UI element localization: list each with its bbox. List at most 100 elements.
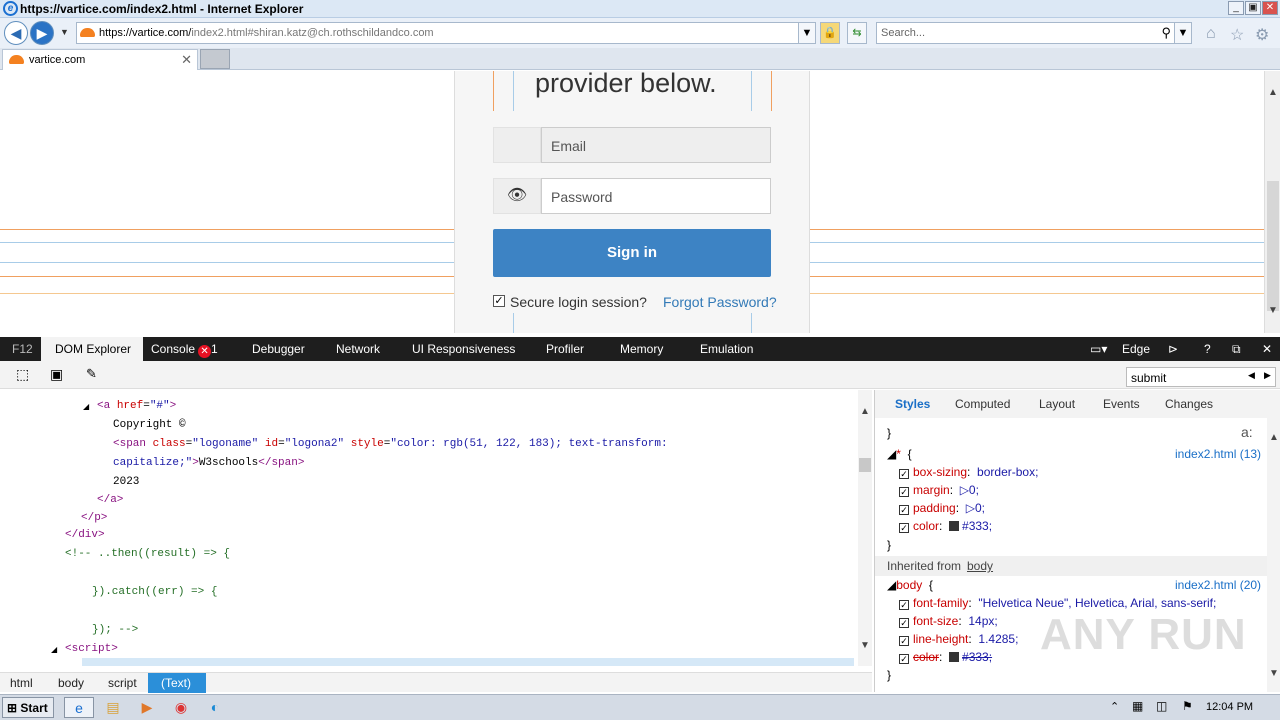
tab-profiler[interactable]: Profiler: [546, 342, 584, 356]
dom-node-line[interactable]: capitalize;">W3schools</span>: [113, 457, 304, 469]
address-bar[interactable]: https://vartice.com/index2.html#shiran.k…: [76, 22, 816, 44]
scroll-thumb[interactable]: [1267, 181, 1279, 311]
scroll-up-icon[interactable]: ▲: [860, 406, 870, 417]
scroll-down-icon[interactable]: ▼: [860, 640, 870, 651]
css-property[interactable]: ✓ margin: ▷0;: [899, 483, 979, 497]
css-property[interactable]: ✓ line-height: 1.4285;: [899, 632, 1018, 646]
tab-memory[interactable]: Memory: [620, 342, 663, 356]
rule-source-link[interactable]: index2.html (13): [1175, 447, 1261, 461]
minimize-button[interactable]: _: [1228, 1, 1244, 15]
home-icon[interactable]: ⌂: [1206, 25, 1216, 43]
chrome-icon[interactable]: ◉: [166, 697, 196, 718]
tab-emulation[interactable]: Emulation: [700, 342, 753, 356]
dom-node-line[interactable]: </div>: [65, 529, 105, 541]
tray-network-icon[interactable]: ▦: [1132, 699, 1143, 713]
eye-icon[interactable]: 👁: [493, 178, 541, 214]
search-input[interactable]: Search... ⚲: [876, 22, 1192, 44]
css-property[interactable]: ✓ font-size: 14px;: [899, 614, 998, 628]
close-window-button[interactable]: ✕: [1262, 1, 1278, 15]
back-button[interactable]: ◀: [4, 21, 28, 45]
tab-layout[interactable]: Layout: [1039, 397, 1075, 411]
settings-gear-icon[interactable]: ⚙: [1255, 25, 1269, 45]
tab-styles[interactable]: Styles: [895, 397, 930, 411]
tab-computed[interactable]: Computed: [955, 397, 1010, 411]
tab-events[interactable]: Events: [1103, 397, 1140, 411]
breadcrumb-text[interactable]: (Text): [148, 673, 206, 693]
css-property[interactable]: ✓ color: #333;: [899, 650, 992, 664]
forgot-password-link[interactable]: Forgot Password?: [663, 294, 777, 310]
tab-dom-explorer[interactable]: DOM Explorer: [41, 337, 143, 361]
dom-tree[interactable]: <a href="#"> ◢ Copyright © <span class="log…: [0, 390, 858, 666]
dom-node-line[interactable]: }).catch((err) => {: [92, 586, 217, 598]
breadcrumb-html[interactable]: html: [10, 676, 33, 690]
scroll-down-icon[interactable]: ▼: [1269, 668, 1279, 679]
close-devtools-icon[interactable]: ✕: [1262, 342, 1272, 356]
tray-flag-icon[interactable]: ⚑: [1182, 699, 1193, 713]
document-mode-select[interactable]: Edge: [1122, 342, 1150, 356]
dom-node-line[interactable]: </a>: [97, 494, 123, 506]
tab-network[interactable]: Network: [336, 342, 380, 356]
forward-button[interactable]: ▶: [30, 21, 54, 45]
edge-icon[interactable]: ◐: [200, 697, 230, 718]
expand-arrow-icon[interactable]: ◢: [83, 402, 89, 412]
find-next-icon[interactable]: ▶: [1264, 370, 1271, 381]
scroll-down-icon[interactable]: ▼: [1268, 305, 1278, 316]
dom-node-line[interactable]: <!-- ..then((result) => {: [65, 548, 230, 560]
explorer-folder-icon[interactable]: ▤: [98, 697, 128, 718]
css-property[interactable]: ✓ padding: ▷0;: [899, 501, 985, 515]
color-picker-icon[interactable]: ✎: [86, 366, 97, 382]
tray-volume-icon[interactable]: ◫: [1156, 699, 1167, 713]
expand-arrow-icon[interactable]: ◢: [51, 645, 57, 655]
dom-node-line[interactable]: Copyright ©: [113, 419, 186, 431]
highlight-icon[interactable]: ▣: [50, 366, 63, 383]
styles-scrollbar[interactable]: ▲ ▼: [1267, 418, 1280, 692]
console-toggle-icon[interactable]: ⊳: [1168, 342, 1178, 356]
password-field[interactable]: Password: [541, 178, 771, 214]
scroll-up-icon[interactable]: ▲: [1268, 87, 1278, 98]
history-dropdown-icon[interactable]: ▼: [60, 27, 69, 37]
close-tab-icon[interactable]: ✕: [181, 52, 192, 68]
inherited-body-link[interactable]: body: [967, 559, 993, 573]
ie-taskbar-icon[interactable]: e: [64, 697, 94, 718]
tab-vartice[interactable]: vartice.com ✕: [2, 49, 198, 70]
rule-source-link[interactable]: index2.html (20): [1175, 578, 1261, 592]
restore-button[interactable]: ▣: [1245, 1, 1261, 15]
dom-tree-scrollbar[interactable]: ▲ ▼: [858, 390, 872, 666]
scroll-thumb[interactable]: [859, 458, 871, 472]
compatibility-refresh-icon[interactable]: ⇆: [847, 22, 867, 44]
dom-node-line[interactable]: </p>: [81, 512, 107, 524]
undock-icon[interactable]: ⧉: [1232, 342, 1241, 357]
css-property[interactable]: ✓ box-sizing: border-box;: [899, 465, 1038, 479]
font-toggle-icon[interactable]: a:: [1241, 424, 1253, 440]
select-element-icon[interactable]: ⬚: [16, 366, 29, 383]
tab-debugger[interactable]: Debugger: [252, 342, 305, 356]
tab-ui-responsiveness[interactable]: UI Responsiveness: [412, 342, 515, 356]
secure-session-checkbox[interactable]: ✓: [493, 295, 505, 307]
find-prev-icon[interactable]: ◀: [1248, 370, 1255, 381]
breadcrumb-body[interactable]: body: [58, 676, 84, 690]
favorites-star-icon[interactable]: ☆: [1230, 25, 1244, 45]
css-property[interactable]: ✓ color: #333;: [899, 519, 992, 533]
tab-console[interactable]: Console ✕ 1: [151, 342, 218, 358]
start-button[interactable]: ⊞ Start: [2, 697, 54, 718]
tab-changes[interactable]: Changes: [1165, 397, 1213, 411]
dom-node-line[interactable]: 2023: [113, 476, 139, 488]
device-mode-icon[interactable]: ▭▾: [1090, 342, 1107, 356]
search-dropdown-icon[interactable]: ▼: [1174, 22, 1192, 44]
scroll-up-icon[interactable]: ▲: [1269, 432, 1279, 443]
dom-node-line[interactable]: <span class="logoname" id="logona2" styl…: [113, 438, 668, 450]
dom-node-line[interactable]: }); -->: [92, 624, 138, 636]
page-scrollbar[interactable]: ▲ ▼: [1264, 71, 1280, 333]
search-icon[interactable]: ⚲: [1161, 25, 1171, 41]
lock-icon[interactable]: 🔒: [820, 22, 840, 44]
help-icon[interactable]: ?: [1204, 342, 1211, 356]
address-dropdown-icon[interactable]: ▼: [798, 22, 816, 44]
email-field[interactable]: Email: [541, 127, 771, 163]
dom-node-line[interactable]: <a href="#">: [97, 400, 176, 412]
breadcrumb-script[interactable]: script: [108, 676, 137, 690]
new-tab-button[interactable]: [200, 49, 230, 69]
media-player-icon[interactable]: ▶: [132, 697, 162, 718]
sign-in-button[interactable]: Sign in: [493, 229, 771, 277]
css-property[interactable]: ✓ font-family: "Helvetica Neue", Helvetic…: [899, 596, 1216, 610]
tray-expand-icon[interactable]: ⌃: [1110, 700, 1119, 713]
